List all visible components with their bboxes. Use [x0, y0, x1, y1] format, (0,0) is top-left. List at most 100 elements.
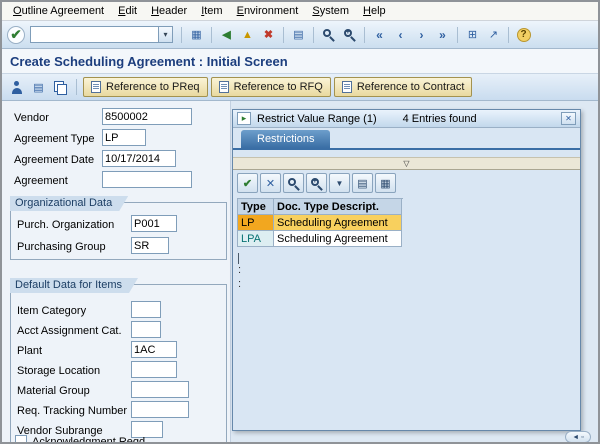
purchasing-group-label: Purchasing Group — [17, 241, 106, 253]
popup-tab-strip: Restrictions — [233, 128, 580, 150]
page-title: Create Scheduling Agreement : Initial Sc… — [10, 53, 288, 69]
vendor-field[interactable] — [102, 108, 192, 125]
reference-to-preq-label: Reference to PReq — [106, 81, 200, 93]
doc-type-table: Type Doc. Type Descript. LP Scheduling A… — [237, 198, 403, 247]
popup-toolbar: ✔ ✕ + ▼ ▤ ▦ — [233, 170, 580, 196]
page-up-button[interactable]: ‹ — [391, 25, 410, 44]
item-category-field[interactable] — [131, 301, 161, 318]
storage-location-field[interactable] — [131, 361, 177, 378]
reference-to-contract-button[interactable]: Reference to Contract — [333, 77, 473, 97]
popup-print-button[interactable]: ▤ — [352, 173, 373, 193]
cancel-button[interactable]: ✖ — [259, 25, 278, 44]
print-preview-button[interactable]: ▤ — [29, 78, 48, 97]
reference-to-rfq-button[interactable]: Reference to RFQ — [210, 77, 331, 97]
popup-sort-button[interactable]: ▼ — [329, 173, 350, 193]
page-down-button[interactable]: › — [412, 25, 431, 44]
cancel-x-icon: ✖ — [263, 29, 274, 41]
popup-export-button[interactable]: ▦ — [375, 173, 396, 193]
popup-cancel-button[interactable]: ✕ — [260, 173, 281, 193]
copy-document-button[interactable] — [51, 78, 70, 97]
content-area: Vendor Agreement Type Agreement Date Agr… — [2, 101, 598, 442]
standard-toolbar: ✔ ▾ ▦ ◀ ▲ ✖ ▤ + « ‹ › » ⊞ ↗ ? — [2, 21, 598, 49]
search-icon — [287, 177, 301, 191]
toolbar-separator — [283, 26, 284, 43]
menu-system[interactable]: System — [305, 3, 356, 19]
command-field[interactable] — [30, 26, 158, 43]
agreement-type-field[interactable] — [102, 129, 146, 146]
menu-outline-agreement[interactable]: Outline Agreement — [6, 3, 111, 19]
exit-button[interactable]: ▲ — [238, 25, 257, 44]
search-next-icon: + — [310, 176, 324, 191]
popup-ok-button[interactable]: ✔ — [237, 173, 258, 193]
export-icon: ▦ — [380, 177, 391, 190]
toolbar-separator — [364, 26, 365, 43]
new-session-button[interactable]: ⊞ — [463, 25, 482, 44]
column-header-type[interactable]: Type — [238, 199, 274, 215]
chevron-down-icon: ▾ — [163, 30, 168, 39]
toolbar-separator — [211, 26, 212, 43]
printer-icon: ▤ — [357, 177, 368, 190]
menu-header[interactable]: Header — [144, 3, 194, 19]
find-next-button[interactable]: + — [340, 25, 359, 44]
popup-close-button[interactable]: ✕ — [561, 112, 576, 125]
statusbar-collapse-widget[interactable]: ◄ ▫ — [565, 431, 591, 442]
exit-arrow-icon: ▲ — [242, 28, 253, 41]
table-header-row: Type Doc. Type Descript. — [238, 199, 403, 215]
menu-edit[interactable]: Edit — [111, 3, 144, 19]
vendor-label: Vendor — [14, 112, 49, 124]
agreement-field[interactable] — [102, 171, 192, 188]
menu-environment[interactable]: Environment — [230, 3, 306, 19]
stray-cursor-mark — [238, 253, 239, 264]
toolbar-separator — [457, 26, 458, 43]
create-shortcut-button[interactable]: ↗ — [484, 25, 503, 44]
toolbar-separator — [181, 26, 182, 43]
purch-organization-label: Purch. Organization — [17, 219, 115, 231]
enter-button[interactable]: ✔ — [7, 25, 25, 44]
cell-desc: Scheduling Agreement — [274, 231, 402, 247]
help-button[interactable]: ? — [514, 25, 533, 44]
last-page-button[interactable]: » — [433, 25, 452, 44]
plant-field[interactable] — [131, 341, 177, 358]
document-icon — [341, 81, 352, 93]
acknowledgment-reqd-checkbox[interactable] — [15, 435, 27, 442]
menu-item[interactable]: Item — [194, 3, 229, 19]
command-dropdown-button[interactable]: ▾ — [158, 26, 173, 43]
tab-restrictions[interactable]: Restrictions — [241, 130, 331, 148]
material-group-field[interactable] — [131, 381, 189, 398]
default-data-title: Default Data for Items — [10, 278, 138, 293]
printer-icon: ▤ — [293, 29, 304, 41]
popup-find-button[interactable] — [283, 173, 304, 193]
back-button[interactable]: ◀ — [217, 25, 236, 44]
popup-find-next-button[interactable]: + — [306, 173, 327, 193]
personal-setting-button[interactable] — [7, 78, 26, 97]
purch-organization-field[interactable] — [131, 215, 177, 232]
menu-bar: Outline Agreement Edit Header Item Envir… — [2, 2, 598, 21]
cell-desc: Scheduling Agreement — [274, 215, 402, 231]
column-header-desc[interactable]: Doc. Type Descript. — [274, 199, 402, 215]
acct-assignment-field[interactable] — [131, 321, 161, 338]
find-button[interactable] — [319, 25, 338, 44]
cell-type: LPA — [238, 231, 274, 247]
application-toolbar: ▤ Reference to PReq Reference to RFQ Ref… — [2, 74, 598, 101]
copy-icon — [54, 80, 67, 95]
print-button[interactable]: ▤ — [289, 25, 308, 44]
table-row-lp[interactable]: LP Scheduling Agreement — [238, 215, 403, 231]
item-category-label: Item Category — [17, 305, 87, 317]
first-page-button[interactable]: « — [370, 25, 389, 44]
organizational-data-title: Organizational Data — [10, 196, 128, 211]
agreement-label: Agreement — [14, 175, 68, 187]
req-tracking-number-field[interactable] — [131, 401, 189, 418]
shortcut-icon: ↗ — [488, 29, 499, 41]
req-tracking-number-label: Req. Tracking Number — [17, 405, 128, 417]
reference-to-preq-button[interactable]: Reference to PReq — [83, 77, 208, 97]
close-icon: ✕ — [565, 114, 572, 123]
purchasing-group-field[interactable] — [131, 237, 169, 254]
table-row-lpa[interactable]: LPA Scheduling Agreement — [238, 231, 403, 247]
help-icon: ? — [516, 27, 531, 42]
collapsed-restrictions-strip[interactable]: ▽ — [233, 157, 580, 170]
agreement-date-field[interactable] — [102, 150, 176, 167]
popup-title-bar: ▸ Restrict Value Range (1) 4 Entries fou… — [233, 110, 580, 128]
menu-help[interactable]: Help — [356, 3, 393, 19]
save-button[interactable]: ▦ — [187, 25, 206, 44]
continue-icon: ▸ — [237, 112, 251, 125]
